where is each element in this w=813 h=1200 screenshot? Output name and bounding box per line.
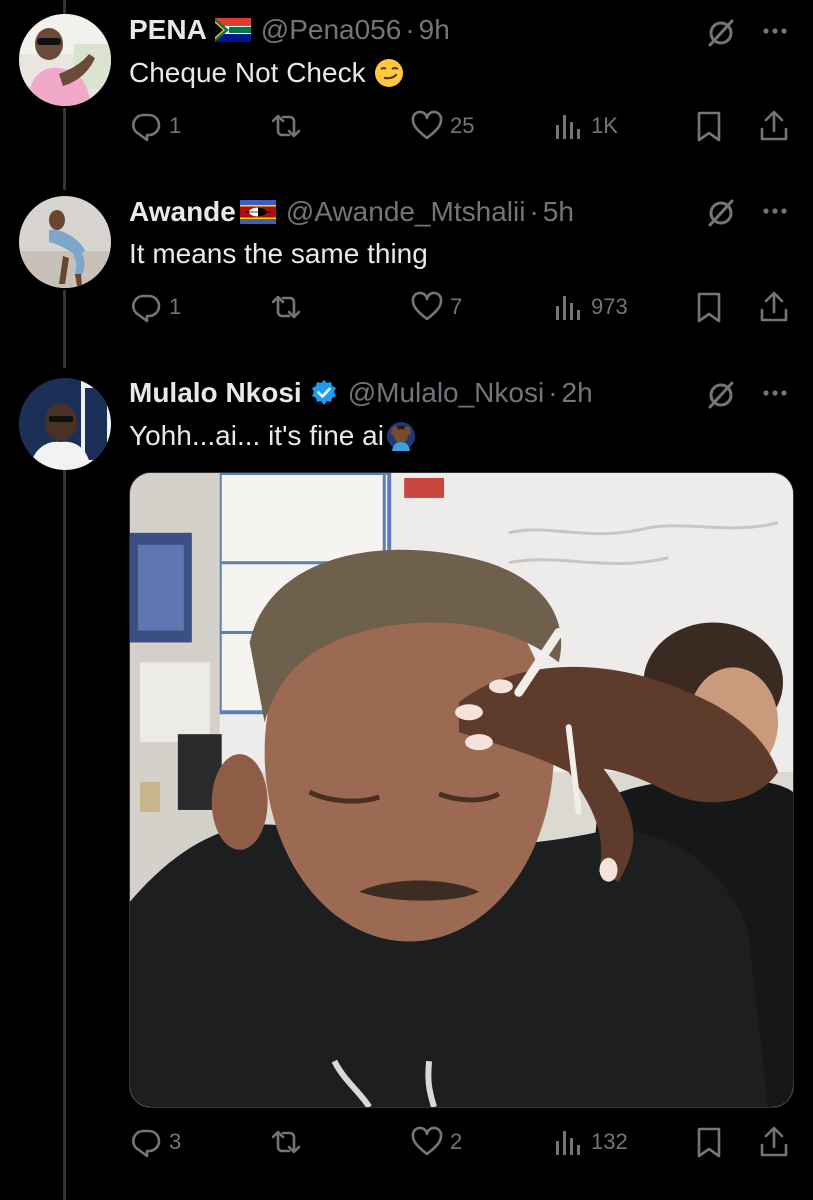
timestamp[interactable]: 5h — [543, 196, 574, 228]
views-icon — [556, 115, 580, 139]
user-handle[interactable]: @Awande_Mtshalii — [286, 196, 526, 228]
more-options-icon[interactable] — [758, 194, 792, 228]
reply-button[interactable]: 3 — [129, 1122, 181, 1162]
share-button[interactable] — [757, 1122, 791, 1162]
share-button[interactable] — [757, 287, 791, 327]
separator-dot: · — [548, 377, 558, 408]
tweet-actions: 1 25 1K — [0, 106, 813, 146]
retweet-button[interactable] — [269, 1122, 309, 1162]
share-icon — [760, 291, 788, 322]
tweet-actions: 3 2 132 — [0, 1122, 813, 1162]
views-button[interactable]: 132 — [551, 1122, 628, 1162]
display-name[interactable]: PENA — [129, 14, 207, 46]
tweet-header: PENA @Pena056 · 9h — [129, 12, 450, 48]
tweet[interactable]: Awande @Awande_Mtshalii · 5h It means th… — [0, 180, 813, 360]
views-count: 132 — [591, 1129, 628, 1154]
views-count: 1K — [591, 113, 618, 138]
retweet-button[interactable] — [269, 106, 309, 146]
reply-button[interactable]: 1 — [129, 106, 181, 146]
tweet-text: Cheque Not Check — [129, 55, 404, 91]
grok-icon[interactable] — [704, 196, 738, 230]
bookmark-button[interactable] — [692, 106, 726, 146]
avatar-image — [19, 196, 111, 288]
reply-icon — [132, 113, 161, 142]
tweet[interactable]: PENA @Pena056 · 9h Cheque Not Check 1 25… — [0, 0, 813, 180]
like-button[interactable]: 25 — [410, 106, 474, 146]
like-count: 2 — [450, 1129, 463, 1154]
heart-icon — [411, 110, 443, 140]
display-name[interactable]: Awande — [129, 196, 236, 228]
grok-icon[interactable] — [704, 378, 738, 412]
reply-icon — [132, 1129, 161, 1158]
tweet-media-image[interactable] — [129, 472, 794, 1108]
heart-icon — [411, 1126, 443, 1156]
reply-button[interactable]: 1 — [129, 287, 181, 327]
views-icon — [556, 296, 580, 320]
retweet-icon — [271, 295, 301, 319]
separator-dot: · — [529, 196, 539, 227]
south-africa-flag-icon — [214, 18, 251, 42]
avatar[interactable] — [19, 14, 111, 106]
like-button[interactable]: 7 — [410, 287, 462, 327]
bookmark-button[interactable] — [692, 1122, 726, 1162]
eswatini-flag-icon — [239, 200, 276, 224]
verified-badge-icon — [310, 379, 338, 407]
tweet[interactable]: Mulalo Nkosi @Mulalo_Nkosi · 2h Yohh...a… — [0, 360, 813, 1200]
like-count: 25 — [450, 113, 475, 138]
user-handle[interactable]: @Pena056 — [261, 14, 402, 46]
separator-dot: · — [405, 14, 415, 45]
bookmark-icon — [697, 292, 721, 323]
share-button[interactable] — [757, 106, 791, 146]
timestamp[interactable]: 9h — [419, 14, 450, 46]
grok-icon[interactable] — [704, 16, 738, 50]
smirking-face-emoji-icon — [374, 58, 404, 88]
tweet-text-content: Cheque Not Check — [129, 57, 366, 88]
user-handle[interactable]: @Mulalo_Nkosi — [348, 377, 545, 409]
more-options-icon[interactable] — [758, 376, 792, 410]
avatar[interactable] — [19, 196, 111, 288]
meme-photo — [130, 473, 793, 1107]
heart-icon — [411, 291, 443, 321]
bookmark-icon — [697, 111, 721, 142]
avatar[interactable] — [19, 378, 111, 470]
views-button[interactable]: 1K — [551, 106, 618, 146]
tweet-text: It means the same thing — [129, 236, 428, 272]
reply-icon — [132, 294, 161, 323]
retweet-button[interactable] — [269, 287, 309, 327]
avatar-image — [19, 378, 111, 470]
views-count: 973 — [591, 294, 628, 319]
reply-count: 1 — [169, 113, 182, 138]
tweet-text: Yohh...ai... it's fine ai — [129, 418, 416, 454]
retweet-icon — [271, 1130, 301, 1154]
timestamp[interactable]: 2h — [562, 377, 593, 409]
bookmark-button[interactable] — [692, 287, 726, 327]
share-icon — [760, 110, 788, 141]
bookmark-icon — [697, 1127, 721, 1158]
tweet-text-content: It means the same thing — [129, 238, 428, 269]
views-icon — [556, 1131, 580, 1155]
like-count: 7 — [450, 294, 463, 319]
tweet-header: Mulalo Nkosi @Mulalo_Nkosi · 2h — [129, 375, 593, 411]
avatar-image — [19, 14, 111, 106]
more-options-icon[interactable] — [758, 14, 792, 48]
reply-count: 1 — [169, 294, 182, 319]
display-name[interactable]: Mulalo Nkosi — [129, 377, 302, 409]
retweet-icon — [271, 114, 301, 138]
like-button[interactable]: 2 — [410, 1122, 462, 1162]
tweet-text-content: Yohh...ai... it's fine ai — [129, 420, 384, 451]
tweet-header: Awande @Awande_Mtshalii · 5h — [129, 194, 574, 230]
share-icon — [760, 1126, 788, 1157]
person-facepalming-emoji-icon — [386, 421, 416, 451]
tweet-actions: 1 7 973 — [0, 287, 813, 327]
reply-count: 3 — [169, 1129, 182, 1154]
views-button[interactable]: 973 — [551, 287, 628, 327]
